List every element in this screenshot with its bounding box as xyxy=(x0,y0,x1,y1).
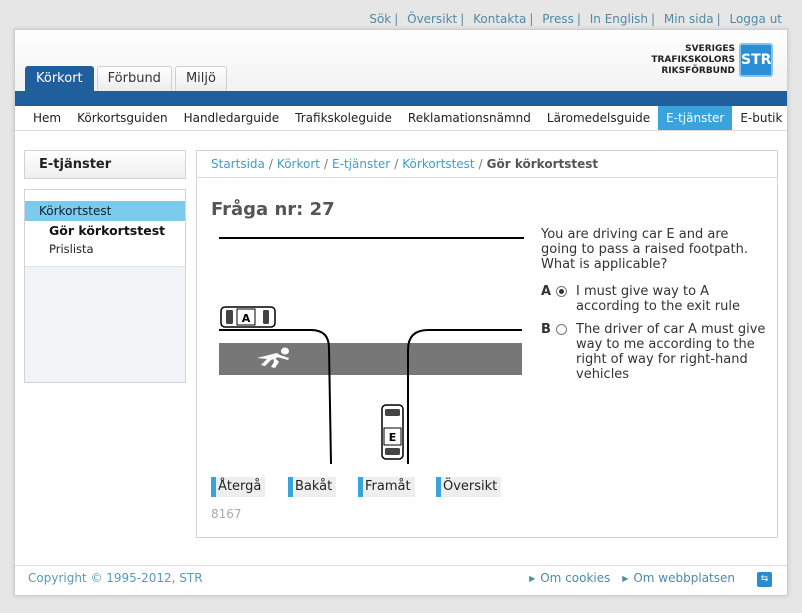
separator: | xyxy=(460,12,465,26)
arrow-right-icon: ▶ xyxy=(529,574,536,583)
contact-link[interactable]: Kontakta xyxy=(473,12,526,26)
page-card: Körkort Förbund Miljö SVERIGES TRAFIKSKO… xyxy=(14,29,788,596)
question-text: You are driving car E and are going to p… xyxy=(541,227,748,272)
logout-link[interactable]: Logga ut xyxy=(729,12,782,26)
brand-bar xyxy=(15,91,787,106)
separator: | xyxy=(394,12,399,26)
arrow-right-icon: ▶ xyxy=(622,574,629,583)
separator: | xyxy=(716,12,721,26)
answer-letter: A xyxy=(541,284,552,299)
english-link[interactable]: In English xyxy=(590,12,648,26)
overview-button[interactable]: Översikt xyxy=(436,477,502,497)
footer: Copyright © 1995-2012, STR ▶ Om cookies ▶… xyxy=(15,565,787,595)
content-panel: Startsida / Körkort / E-tjänster / Körkortstes… xyxy=(196,150,778,538)
site-tabs: Körkort Förbund Miljö xyxy=(25,66,230,91)
forward-button[interactable]: Framåt xyxy=(358,477,415,497)
nav-trafikskoleguide[interactable]: Trafikskoleguide xyxy=(287,106,400,130)
about-site-link[interactable]: Om webbplatsen xyxy=(633,571,735,585)
question-title: Fråga nr: 27 xyxy=(211,199,335,220)
sidebar: Körkortstest Gör körkortstest Prislista xyxy=(24,189,186,383)
breadcrumb: Startsida / Körkort / E-tjänster / Körkortstes… xyxy=(197,151,777,178)
return-button[interactable]: Återgå xyxy=(211,477,266,497)
answer-a-radio[interactable] xyxy=(556,286,567,297)
question-code: 8167 xyxy=(211,507,242,521)
teamviewer-icon[interactable]: ⇆ xyxy=(757,572,772,587)
site-header: Körkort Förbund Miljö SVERIGES TRAFIKSKO… xyxy=(15,30,787,92)
cookies-link[interactable]: Om cookies xyxy=(540,571,610,585)
tab-forbund[interactable]: Förbund xyxy=(96,66,172,91)
separator: | xyxy=(576,12,581,26)
sidebar-item-gor-korkortstest[interactable]: Gör körkortstest xyxy=(25,223,185,238)
nav-e-butik[interactable]: E-butik xyxy=(732,106,790,130)
nav-laromedelsguide[interactable]: Läromedelsguide xyxy=(539,106,658,130)
press-link[interactable]: Press xyxy=(542,12,574,26)
breadcrumb-separator: / xyxy=(478,157,483,171)
logo-line: RIKSFÖRBUND xyxy=(661,65,735,76)
nav-reklamationsnamnd[interactable]: Reklamationsnämnd xyxy=(400,106,539,130)
traffic-diagram: A E xyxy=(219,237,524,465)
breadcrumb-korkortstest[interactable]: Körkortstest xyxy=(402,157,474,171)
breadcrumb-current: Gör körkortstest xyxy=(486,157,599,171)
sidebar-item-prislista[interactable]: Prislista xyxy=(25,242,185,256)
breadcrumb-separator: / xyxy=(268,157,273,171)
sidebar-title: E-tjänster xyxy=(24,150,186,179)
separator: | xyxy=(651,12,656,26)
tab-korkort[interactable]: Körkort xyxy=(25,66,94,91)
str-logo[interactable]: SVERIGES TRAFIKSKOLORS RIKSFÖRBUND STR xyxy=(651,42,773,78)
overview-link[interactable]: Översikt xyxy=(407,12,457,26)
tab-miljo[interactable]: Miljö xyxy=(174,66,227,91)
answer-text: I must give way to A according to the ex… xyxy=(576,284,740,314)
back-button[interactable]: Bakåt xyxy=(288,477,337,497)
copyright: Copyright © 1995-2012, STR xyxy=(28,571,203,585)
breadcrumb-separator: / xyxy=(394,157,399,171)
breadcrumb-separator: / xyxy=(323,157,329,171)
nav-handledarguide[interactable]: Handledarguide xyxy=(176,106,288,130)
logo-text: SVERIGES TRAFIKSKOLORS RIKSFÖRBUND xyxy=(651,44,735,77)
my-page-link[interactable]: Min sida xyxy=(664,12,714,26)
breadcrumb-e-tjanster[interactable]: E-tjänster xyxy=(332,157,390,171)
answer-text: The driver of car A must give way to me … xyxy=(576,322,766,382)
car-e: E xyxy=(381,404,404,460)
search-link[interactable]: Sök xyxy=(369,12,391,26)
separator: | xyxy=(529,12,534,26)
answer-letter: B xyxy=(541,322,551,337)
logo-line: SVERIGES xyxy=(685,43,735,54)
logo-line: TRAFIKSKOLORS xyxy=(651,54,735,65)
main-nav: Hem Körkortsguiden Handledarguide Trafik… xyxy=(15,106,787,131)
logo-mark: STR xyxy=(739,43,773,77)
sidebar-item-korkortstest[interactable]: Körkortstest xyxy=(25,201,185,221)
breadcrumb-startsida[interactable]: Startsida xyxy=(211,157,265,171)
nav-korkortsguiden[interactable]: Körkortsguiden xyxy=(69,106,175,130)
car-a: A xyxy=(220,306,276,328)
utility-links: Sök | Översikt | Kontakta | Press | In Engli… xyxy=(369,12,782,26)
nav-e-tjanster[interactable]: E-tjänster xyxy=(658,106,733,130)
footer-links: ▶ Om cookies ▶ Om webbplatsen xyxy=(529,571,743,585)
breadcrumb-korkort[interactable]: Körkort xyxy=(277,157,320,171)
nav-hem[interactable]: Hem xyxy=(25,106,69,130)
car-a-label: A xyxy=(242,312,251,325)
sidebar-list: Körkortstest Gör körkortstest Prislista xyxy=(25,190,185,267)
car-e-label: E xyxy=(389,431,397,444)
answer-b-radio[interactable] xyxy=(556,324,567,335)
raised-footpath xyxy=(219,343,522,375)
